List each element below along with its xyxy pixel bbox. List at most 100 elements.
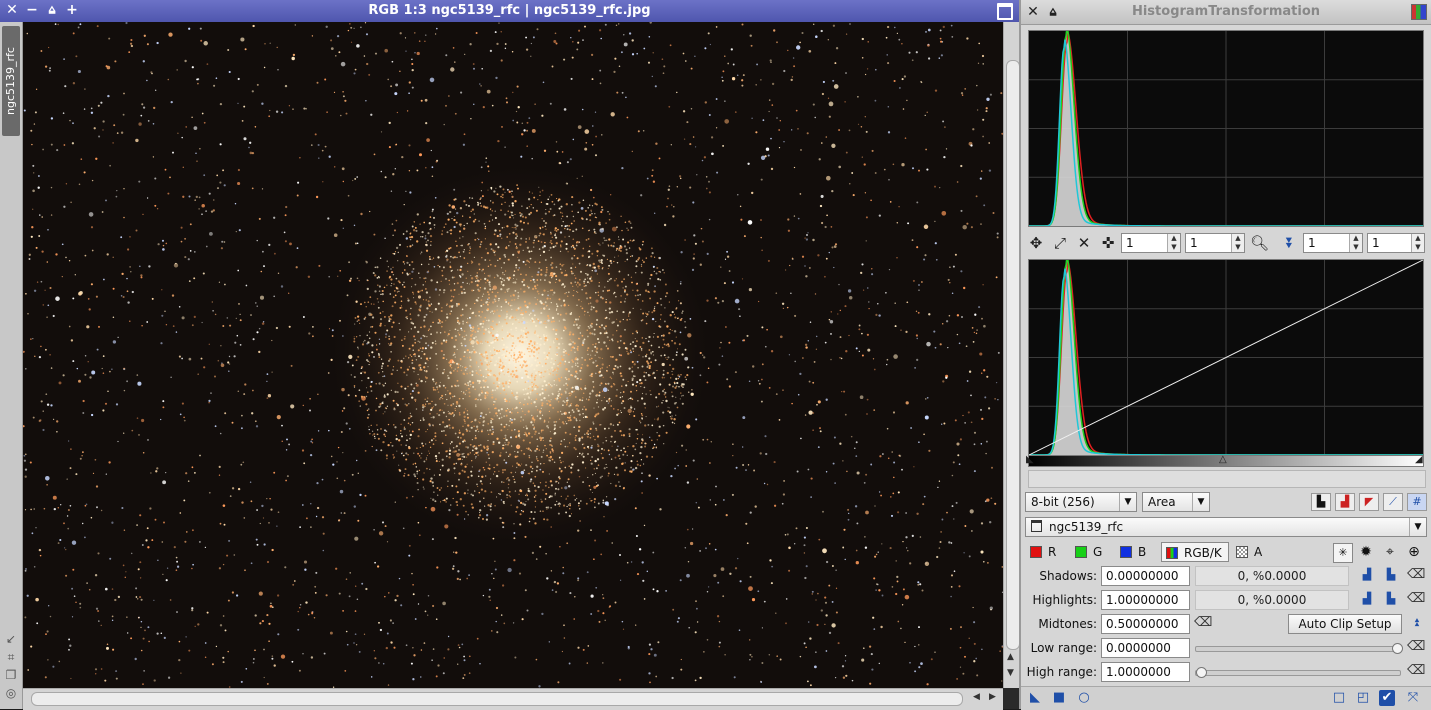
spinner-arrows-icon[interactable]: ▲▼ [1349, 234, 1362, 252]
image-canvas[interactable] [23, 22, 1003, 688]
resolution-select[interactable]: 8-bit (256) ▼ [1025, 492, 1137, 512]
low-range-input[interactable]: 0.0000000 [1101, 638, 1190, 658]
auto-clip-setup-button[interactable]: Auto Clip Setup [1288, 614, 1402, 634]
reset-process-icon[interactable]: ⤧ [1405, 690, 1421, 706]
clipping-readout-strip [1028, 470, 1426, 488]
window-icon [1031, 520, 1042, 532]
midtones-input[interactable]: 0.50000000 [1101, 614, 1190, 634]
fit-icon[interactable]: ⌗ [4, 650, 18, 664]
view-select[interactable]: ngc5139_rfc ▼ [1025, 517, 1427, 537]
channel-b[interactable]: B [1120, 542, 1146, 562]
zoom-fit-icon[interactable]: ⤢ [1051, 234, 1069, 252]
high-range-input[interactable]: 1.0000000 [1101, 662, 1190, 682]
star-field-image [23, 22, 1003, 688]
reset-midtones-icon[interactable]: ⌫ [1194, 614, 1212, 632]
graph-style-select[interactable]: Area ▼ [1142, 492, 1210, 512]
high-range-slider[interactable] [1195, 670, 1401, 676]
spinner-arrows-icon[interactable]: ▲▼ [1167, 234, 1180, 252]
highlights-marker-icon[interactable]: ◢ [1415, 456, 1423, 464]
alpha-swatch [1236, 546, 1248, 558]
maximize-icon[interactable] [997, 3, 1013, 20]
low-range-row: Low range: 0.0000000 ⌫ [1021, 638, 1431, 658]
image-window-titlebar[interactable]: ✕ − ⩠ + RGB 1:3 ngc5139_rfc | ngc5139_rf… [0, 0, 1019, 22]
apply-checkmark-icon[interactable]: ✔ [1379, 690, 1395, 706]
zoom-in-arrows-icon[interactable]: ✕ [1075, 234, 1093, 252]
double-chevron-up-icon[interactable]: ⏫︎ [1407, 614, 1425, 632]
midtones-marker-icon[interactable]: △ [1219, 456, 1227, 464]
auto-shadows-rgb-icon[interactable]: ▙ [1382, 566, 1400, 584]
scroll-up-icon[interactable]: ▲ [1007, 652, 1014, 662]
auto-shadows-icon[interactable]: ▟ [1358, 566, 1376, 584]
chevron-down-icon[interactable]: ▼ [1192, 493, 1209, 511]
input-horizontal-zoom-spinner[interactable]: 1 ▲▼ [1303, 233, 1363, 253]
browse-documentation-icon[interactable]: □ [1331, 690, 1347, 706]
channel-a[interactable]: A [1236, 542, 1262, 562]
reset-shadows-icon[interactable]: ⌫ [1407, 566, 1425, 584]
spinner-arrows-icon[interactable]: ▲▼ [1411, 234, 1424, 252]
horizontal-zoom-spinner[interactable]: 1 ▲▼ [1121, 233, 1181, 253]
auto-highlights-icon[interactable]: ▟ [1358, 590, 1376, 608]
reset-high-range-icon[interactable]: ⌫ [1407, 662, 1425, 680]
clone-icon[interactable]: ❐ [4, 668, 18, 682]
new-instance-icon[interactable]: ◣ [1027, 690, 1043, 706]
horizontal-scrollbar[interactable]: ◀ ▶ [23, 688, 1003, 710]
rejection-icon[interactable]: ◤ [1359, 493, 1379, 511]
image-window: ✕ − ⩠ + RGB 1:3 ngc5139_rfc | ngc5139_rf… [0, 0, 1019, 709]
chevron-down-icon[interactable]: ▼ [1409, 518, 1426, 536]
panel-title: HistogramTransformation [1021, 4, 1431, 19]
target-outline-icon[interactable]: ⌖ [1381, 543, 1399, 561]
grid-icon[interactable]: # [1407, 493, 1427, 511]
vertical-zoom-spinner[interactable]: 1 ▲▼ [1185, 233, 1245, 253]
high-range-row: High range: 1.0000000 ⌫ [1021, 662, 1431, 682]
low-range-slider[interactable] [1195, 646, 1401, 652]
process-bottom-bar: ◣ ■ ○ □ ◰ ✔ ⤧ [1021, 686, 1431, 710]
channel-g[interactable]: G [1075, 542, 1102, 562]
view-tab-label: ngc5139_rfc [2, 31, 20, 131]
spinner-arrows-icon[interactable]: ▲▼ [1231, 234, 1244, 252]
channel-r[interactable]: R [1030, 542, 1056, 562]
arrow-icon[interactable]: ↙ [4, 632, 18, 646]
low-range-slider-knob[interactable] [1392, 643, 1403, 654]
shadows-input[interactable]: 0.00000000 [1101, 566, 1190, 586]
real-time-preview-icon[interactable]: ○ [1076, 690, 1092, 706]
input-histogram[interactable] [1028, 259, 1424, 456]
high-range-slider-knob[interactable] [1196, 667, 1207, 678]
apply-global-icon[interactable]: ■ [1051, 690, 1067, 706]
target-solid-icon[interactable]: ✹ [1357, 543, 1375, 561]
target-icon[interactable]: ◎ [4, 686, 18, 700]
scroll-right-icon[interactable]: ▶ [989, 692, 996, 702]
double-chevron-down-icon[interactable]: ⏬︎ [1281, 234, 1299, 252]
window-title: RGB 1:3 ngc5139_rfc | ngc5139_rfc.jpg [0, 3, 1019, 18]
scroll-down-icon[interactable]: ▼ [1007, 668, 1014, 678]
magnifier-icon[interactable]: 🔍︎ [1250, 234, 1268, 252]
panel-titlebar[interactable]: ✕ ⩠ HistogramTransformation [1021, 0, 1431, 25]
output-histogram[interactable] [1028, 30, 1424, 227]
horizontal-scroll-thumb[interactable] [31, 692, 963, 706]
histogram-bars-icon[interactable]: ▙ [1311, 493, 1331, 511]
reset-low-range-icon[interactable]: ⌫ [1407, 638, 1425, 656]
histogram-transformation-panel: ✕ ⩠ HistogramTransformation ✥ ⤢ ✕ ✜ 1 ▲▼… [1019, 0, 1431, 709]
curve-icon[interactable]: ⟋ [1383, 493, 1403, 511]
vertical-scroll-thumb[interactable] [1006, 60, 1020, 650]
shadows-row: Shadows: 0.00000000 0, %0.0000 ▟ ▙ ⌫ [1021, 566, 1431, 586]
view-sidebar: ngc5139_rfc ↙ ⌗ ❐ ◎ [0, 22, 23, 709]
pan-icon[interactable]: ✜ [1099, 234, 1117, 252]
zoom-toolbar: ✥ ⤢ ✕ ✜ 1 ▲▼ 1 ▲▼ 🔍︎ ⏬︎ 1 ▲▼ 1 ▲▼ [1025, 232, 1429, 254]
reset-document-icon[interactable]: ◰ [1355, 690, 1371, 706]
channel-rgbk[interactable]: RGB/K [1161, 542, 1229, 562]
input-vertical-zoom-spinner[interactable]: 1 ▲▼ [1367, 233, 1425, 253]
vertical-scrollbar[interactable]: ▲ ▼ [1003, 22, 1020, 688]
reset-highlights-icon[interactable]: ⌫ [1407, 590, 1425, 608]
highlights-input[interactable]: 1.00000000 [1101, 590, 1190, 610]
auto-highlights-rgb-icon[interactable]: ▙ [1382, 590, 1400, 608]
red-swatch [1030, 546, 1042, 558]
move-icon[interactable]: ✥ [1027, 234, 1045, 252]
view-tab[interactable]: ngc5139_rfc [2, 26, 20, 136]
chevron-down-icon[interactable]: ▼ [1119, 493, 1136, 511]
reset-target-icon[interactable]: ⊕ [1405, 543, 1423, 561]
shadows-marker-icon[interactable]: ◣ [1026, 456, 1034, 464]
scroll-left-icon[interactable]: ◀ [973, 692, 980, 702]
crosshair-icon[interactable]: ✳ [1333, 543, 1353, 563]
rgb-histogram-icon[interactable]: ▟ [1335, 493, 1355, 511]
rgbk-swatch [1166, 547, 1178, 559]
